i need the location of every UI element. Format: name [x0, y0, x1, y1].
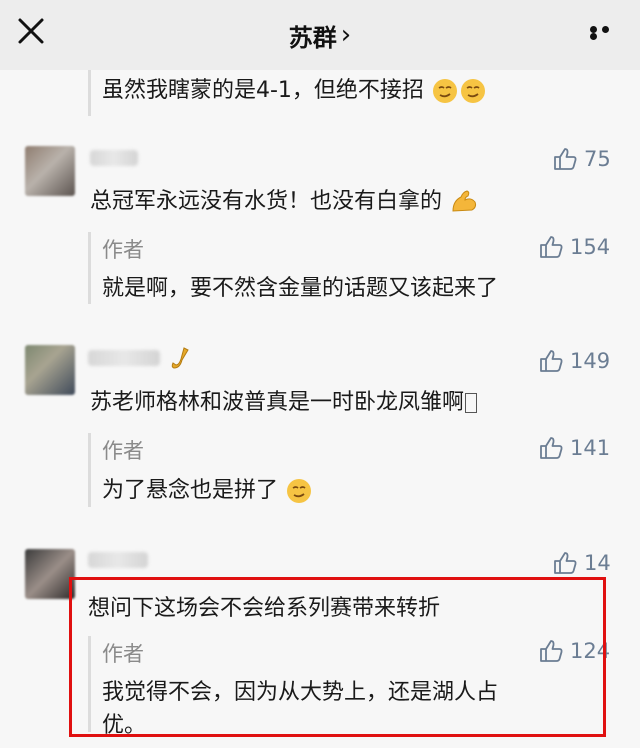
smirk-emoji-icon [287, 479, 312, 503]
top-bar: 苏群 › [0, 0, 640, 70]
like-button[interactable]: 75 [552, 146, 611, 172]
thumbs-up-icon [554, 148, 577, 170]
reply-indent-bar [88, 70, 91, 116]
more-dots-icon[interactable] [590, 26, 622, 40]
avatar[interactable] [25, 345, 75, 395]
like-button[interactable]: 141 [538, 435, 610, 461]
like-count: 141 [570, 436, 611, 460]
username-blurred [88, 552, 148, 568]
like-count: 154 [570, 235, 611, 259]
reply-author: 作者 [102, 238, 144, 262]
reply-author: 作者 [102, 439, 144, 463]
comment-text: 苏老师格林和波普真是一时卧龙凤雏啊 [90, 384, 478, 416]
flexed-biceps-icon [452, 190, 477, 212]
close-icon[interactable] [14, 14, 48, 48]
like-button[interactable]: 154 [538, 234, 610, 260]
smirk-emoji-icon [432, 79, 457, 103]
smirk-emoji-icon [460, 79, 485, 103]
username-blurred [90, 150, 138, 166]
username-blurred [88, 350, 160, 366]
like-count: 75 [584, 147, 611, 171]
reply-text: 为了悬念也是拼了 [102, 472, 313, 505]
thumbs-up-icon [540, 236, 563, 258]
avatar[interactable] [25, 549, 75, 599]
saxophone-icon [171, 347, 189, 369]
page-title: 苏群 [288, 23, 337, 52]
reply-indent-bar [88, 433, 91, 507]
like-button[interactable]: 14 [552, 550, 611, 576]
comment-text: 虽然我瞎蒙的是4-1，但绝不接招 [102, 72, 487, 105]
highlight-box [69, 577, 606, 737]
chevron-right-icon: › [340, 20, 352, 50]
thumbs-up-icon [540, 350, 563, 372]
avatar[interactable] [25, 146, 75, 196]
unsupported-glyph-icon [465, 393, 478, 413]
reply-text: 就是啊，要不然含金量的话题又该起来了 [102, 276, 499, 301]
thumbs-up-icon [540, 437, 563, 459]
reply-indent-bar [88, 232, 91, 304]
like-count: 14 [584, 551, 611, 575]
title-area: 苏群 › [0, 0, 640, 70]
like-button[interactable]: 149 [538, 348, 610, 374]
comment-text: 总冠军永远没有水货！也没有白拿的 [90, 183, 479, 217]
account-title-link[interactable]: 苏群 › [289, 18, 351, 53]
thumbs-up-icon [554, 552, 577, 574]
like-count: 149 [570, 349, 611, 373]
